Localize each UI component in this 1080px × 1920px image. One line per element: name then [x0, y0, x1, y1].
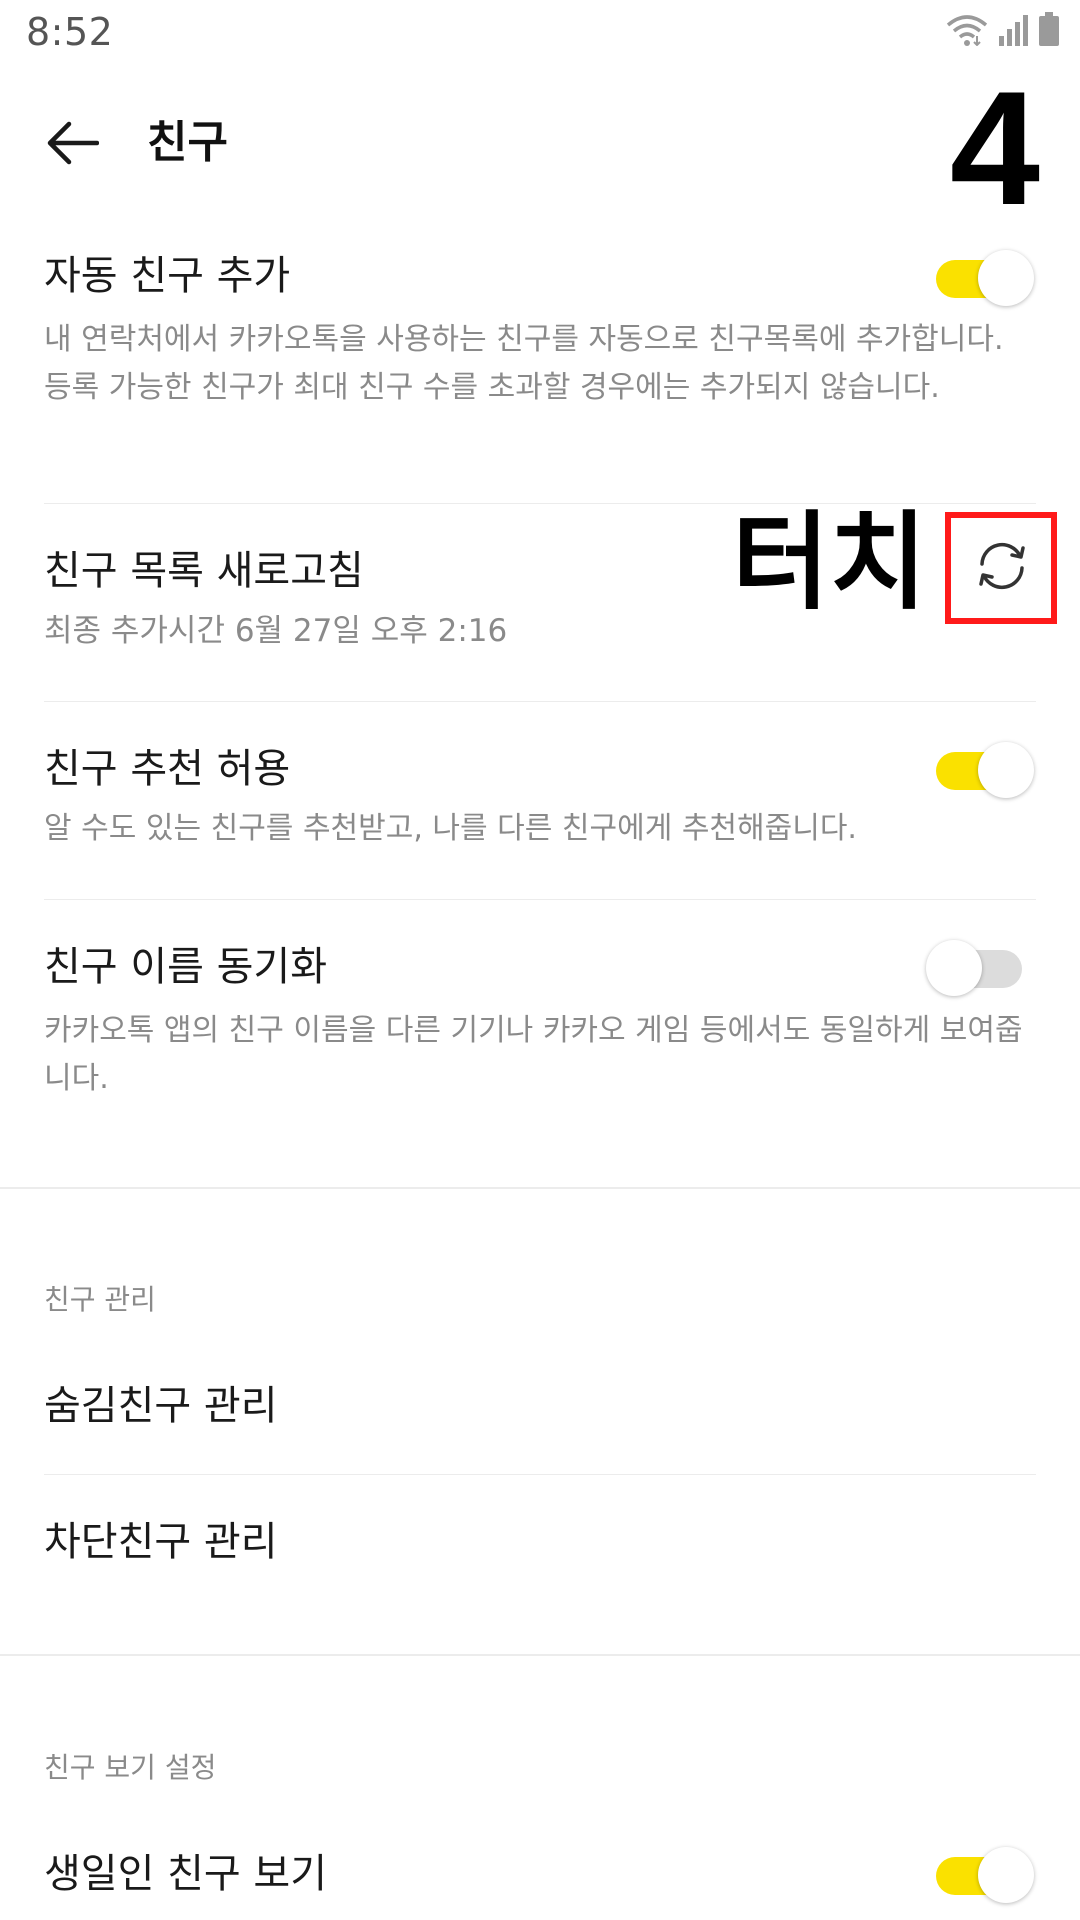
status-icons	[946, 12, 1060, 50]
hidden-friends-item[interactable]: 숨김친구 관리	[44, 1380, 1036, 1432]
touch-annotation: 터치	[732, 501, 928, 624]
section-header-manage: 친구 관리	[44, 1283, 156, 1316]
name-sync-toggle[interactable]	[926, 934, 1026, 1002]
step-number-annotation: 4	[949, 58, 1040, 239]
section-divider	[0, 1654, 1080, 1656]
refresh-button[interactable]	[970, 536, 1034, 600]
birthday-toggle[interactable]	[936, 1841, 1036, 1909]
divider	[44, 701, 1036, 702]
setting-name-sync: 친구 이름 동기화 카카오톡 앱의 친구 이름을 다른 기기나 카카오 게임 등…	[44, 941, 1036, 1103]
section-header-view: 친구 보기 설정	[44, 1751, 217, 1784]
setting-title: 친구 추천 허용	[44, 746, 291, 792]
refresh-icon	[974, 538, 1030, 598]
recommend-toggle[interactable]	[936, 736, 1036, 804]
setting-title: 친구 이름 동기화	[44, 944, 328, 990]
divider	[44, 899, 1036, 900]
back-button[interactable]	[30, 102, 116, 188]
setting-description: 내 연락처에서 카카오톡을 사용하는 친구를 자동으로 친구목록에 추가합니다.…	[44, 322, 1004, 405]
birthday-friends-title: 생일인 친구 보기	[44, 1851, 328, 1897]
setting-description: 알 수도 있는 친구를 추천받고, 나를 다른 친구에게 추천해줍니다.	[44, 811, 857, 846]
wifi-icon	[946, 14, 988, 50]
status-time: 8:52	[26, 10, 114, 54]
signal-icon	[998, 14, 1028, 50]
battery-icon	[1038, 12, 1060, 50]
app-bar: 친구	[0, 66, 1080, 206]
auto-add-toggle[interactable]	[936, 244, 1036, 312]
arrow-left-icon	[47, 121, 100, 169]
page-title: 친구	[147, 117, 228, 168]
setting-recommend: 친구 추천 허용 알 수도 있는 친구를 추천받고, 나를 다른 친구에게 추천…	[44, 743, 1036, 853]
section-divider	[0, 1187, 1080, 1189]
setting-description: 카카오톡 앱의 친구 이름을 다른 기기나 카카오 게임 등에서도 동일하게 보…	[44, 1013, 1023, 1096]
setting-title: 자동 친구 추가	[44, 253, 291, 299]
divider	[44, 1474, 1036, 1475]
status-bar: 8:52	[0, 0, 1080, 66]
setting-auto-add: 자동 친구 추가 내 연락처에서 카카오톡을 사용하는 친구를 자동으로 친구목…	[44, 250, 1036, 412]
blocked-friends-item[interactable]: 차단친구 관리	[44, 1516, 1036, 1568]
